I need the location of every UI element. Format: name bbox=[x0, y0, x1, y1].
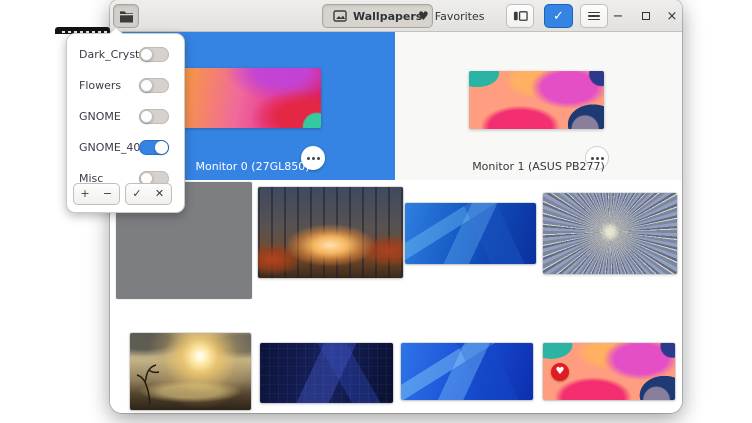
heart-badge-icon: ♥ bbox=[556, 366, 565, 377]
monitor-1-label: Monitor 1 (ASUS PB277) bbox=[395, 160, 682, 173]
confirm-folders-button[interactable]: ✓ bbox=[125, 183, 149, 205]
dual-display-icon bbox=[513, 10, 528, 22]
check-icon: ✓ bbox=[553, 9, 564, 24]
folder-open-icon bbox=[119, 10, 134, 23]
close-button[interactable]: × bbox=[662, 6, 682, 26]
screen: Wallpapers ♥ Favorites ✓ − bbox=[0, 0, 752, 423]
tab-favorites-label: Favorites bbox=[435, 10, 485, 23]
thumbnail-dark-navy-geometric[interactable] bbox=[260, 343, 393, 403]
headerbar: Wallpapers ♥ Favorites ✓ − bbox=[110, 0, 682, 32]
monitor-1-panel[interactable]: Monitor 1 (ASUS PB277) bbox=[395, 32, 682, 180]
folder-toggle-flowers[interactable] bbox=[139, 78, 169, 93]
folders-popover: Dark_Crystal Flowers GNOME GNOME_40 Misc bbox=[66, 33, 185, 213]
wallpapers-icon bbox=[333, 10, 347, 22]
folder-name: GNOME_40 bbox=[79, 141, 139, 154]
thumbnail-bright-blue-geometric[interactable] bbox=[401, 343, 533, 400]
maximize-button[interactable] bbox=[636, 6, 656, 26]
folder-name: GNOME bbox=[79, 110, 139, 123]
tab-favorites[interactable]: ♥ Favorites bbox=[408, 4, 494, 28]
add-icon: + bbox=[80, 187, 89, 200]
folder-row-gnome-40[interactable]: GNOME_40 bbox=[67, 132, 184, 163]
apply-wallpaper-button[interactable]: ✓ bbox=[544, 4, 573, 28]
tree-silhouette bbox=[136, 363, 170, 405]
popover-actions: + − ✓ ✕ bbox=[67, 183, 184, 205]
monitor-0-wallpaper-preview bbox=[182, 68, 321, 128]
monitor-span-button[interactable] bbox=[506, 4, 534, 28]
minimize-icon: − bbox=[613, 9, 624, 24]
cancel-folders-button[interactable]: ✕ bbox=[148, 183, 172, 205]
add-folder-button[interactable]: + bbox=[73, 183, 97, 205]
wallpaper-grid: ♥ bbox=[110, 180, 682, 413]
popover-arrow bbox=[107, 26, 123, 34]
monitors-row: Monitor 0 (27GL850) Monitor 1 (ASUS PB27… bbox=[110, 32, 682, 180]
folder-name: Flowers bbox=[79, 79, 139, 92]
monitor-1-wallpaper-preview bbox=[469, 71, 604, 129]
cancel-icon: ✕ bbox=[155, 187, 164, 200]
minimize-button[interactable]: − bbox=[608, 6, 628, 26]
folder-name: Dark_Crystal bbox=[79, 48, 139, 61]
apply-icon: ✓ bbox=[132, 187, 141, 200]
heart-icon: ♥ bbox=[418, 9, 429, 23]
thumbnail-aerial-snowy-forest[interactable] bbox=[543, 193, 677, 274]
folder-toggle-dark-crystal[interactable] bbox=[139, 47, 169, 62]
maximize-icon bbox=[642, 12, 650, 20]
app-window: Wallpapers ♥ Favorites ✓ − bbox=[110, 0, 682, 413]
folder-list: Dark_Crystal Flowers GNOME GNOME_40 Misc bbox=[67, 39, 184, 186]
folder-toggle-gnome[interactable] bbox=[139, 109, 169, 124]
favorite-badge: ♥ bbox=[551, 363, 569, 381]
folder-row-flowers[interactable]: Flowers bbox=[67, 70, 184, 101]
hamburger-menu-icon bbox=[588, 12, 600, 21]
remove-icon: − bbox=[103, 187, 112, 200]
remove-folder-button[interactable]: − bbox=[96, 183, 120, 205]
folder-row-gnome[interactable]: GNOME bbox=[67, 101, 184, 132]
main-menu-button[interactable] bbox=[580, 4, 608, 28]
thumbnail-gnome40-abstract[interactable]: ♥ bbox=[543, 343, 675, 400]
thumbnail-autumn-forest[interactable] bbox=[258, 187, 403, 278]
folder-toggle-gnome-40[interactable] bbox=[139, 140, 169, 155]
close-icon: × bbox=[667, 9, 678, 24]
thumbnail-sunset-dead-tree[interactable] bbox=[130, 333, 251, 410]
folder-row-dark-crystal[interactable]: Dark_Crystal bbox=[67, 39, 184, 70]
select-folders-button[interactable] bbox=[113, 4, 139, 28]
thumbnail-blue-geometric[interactable] bbox=[405, 203, 536, 264]
